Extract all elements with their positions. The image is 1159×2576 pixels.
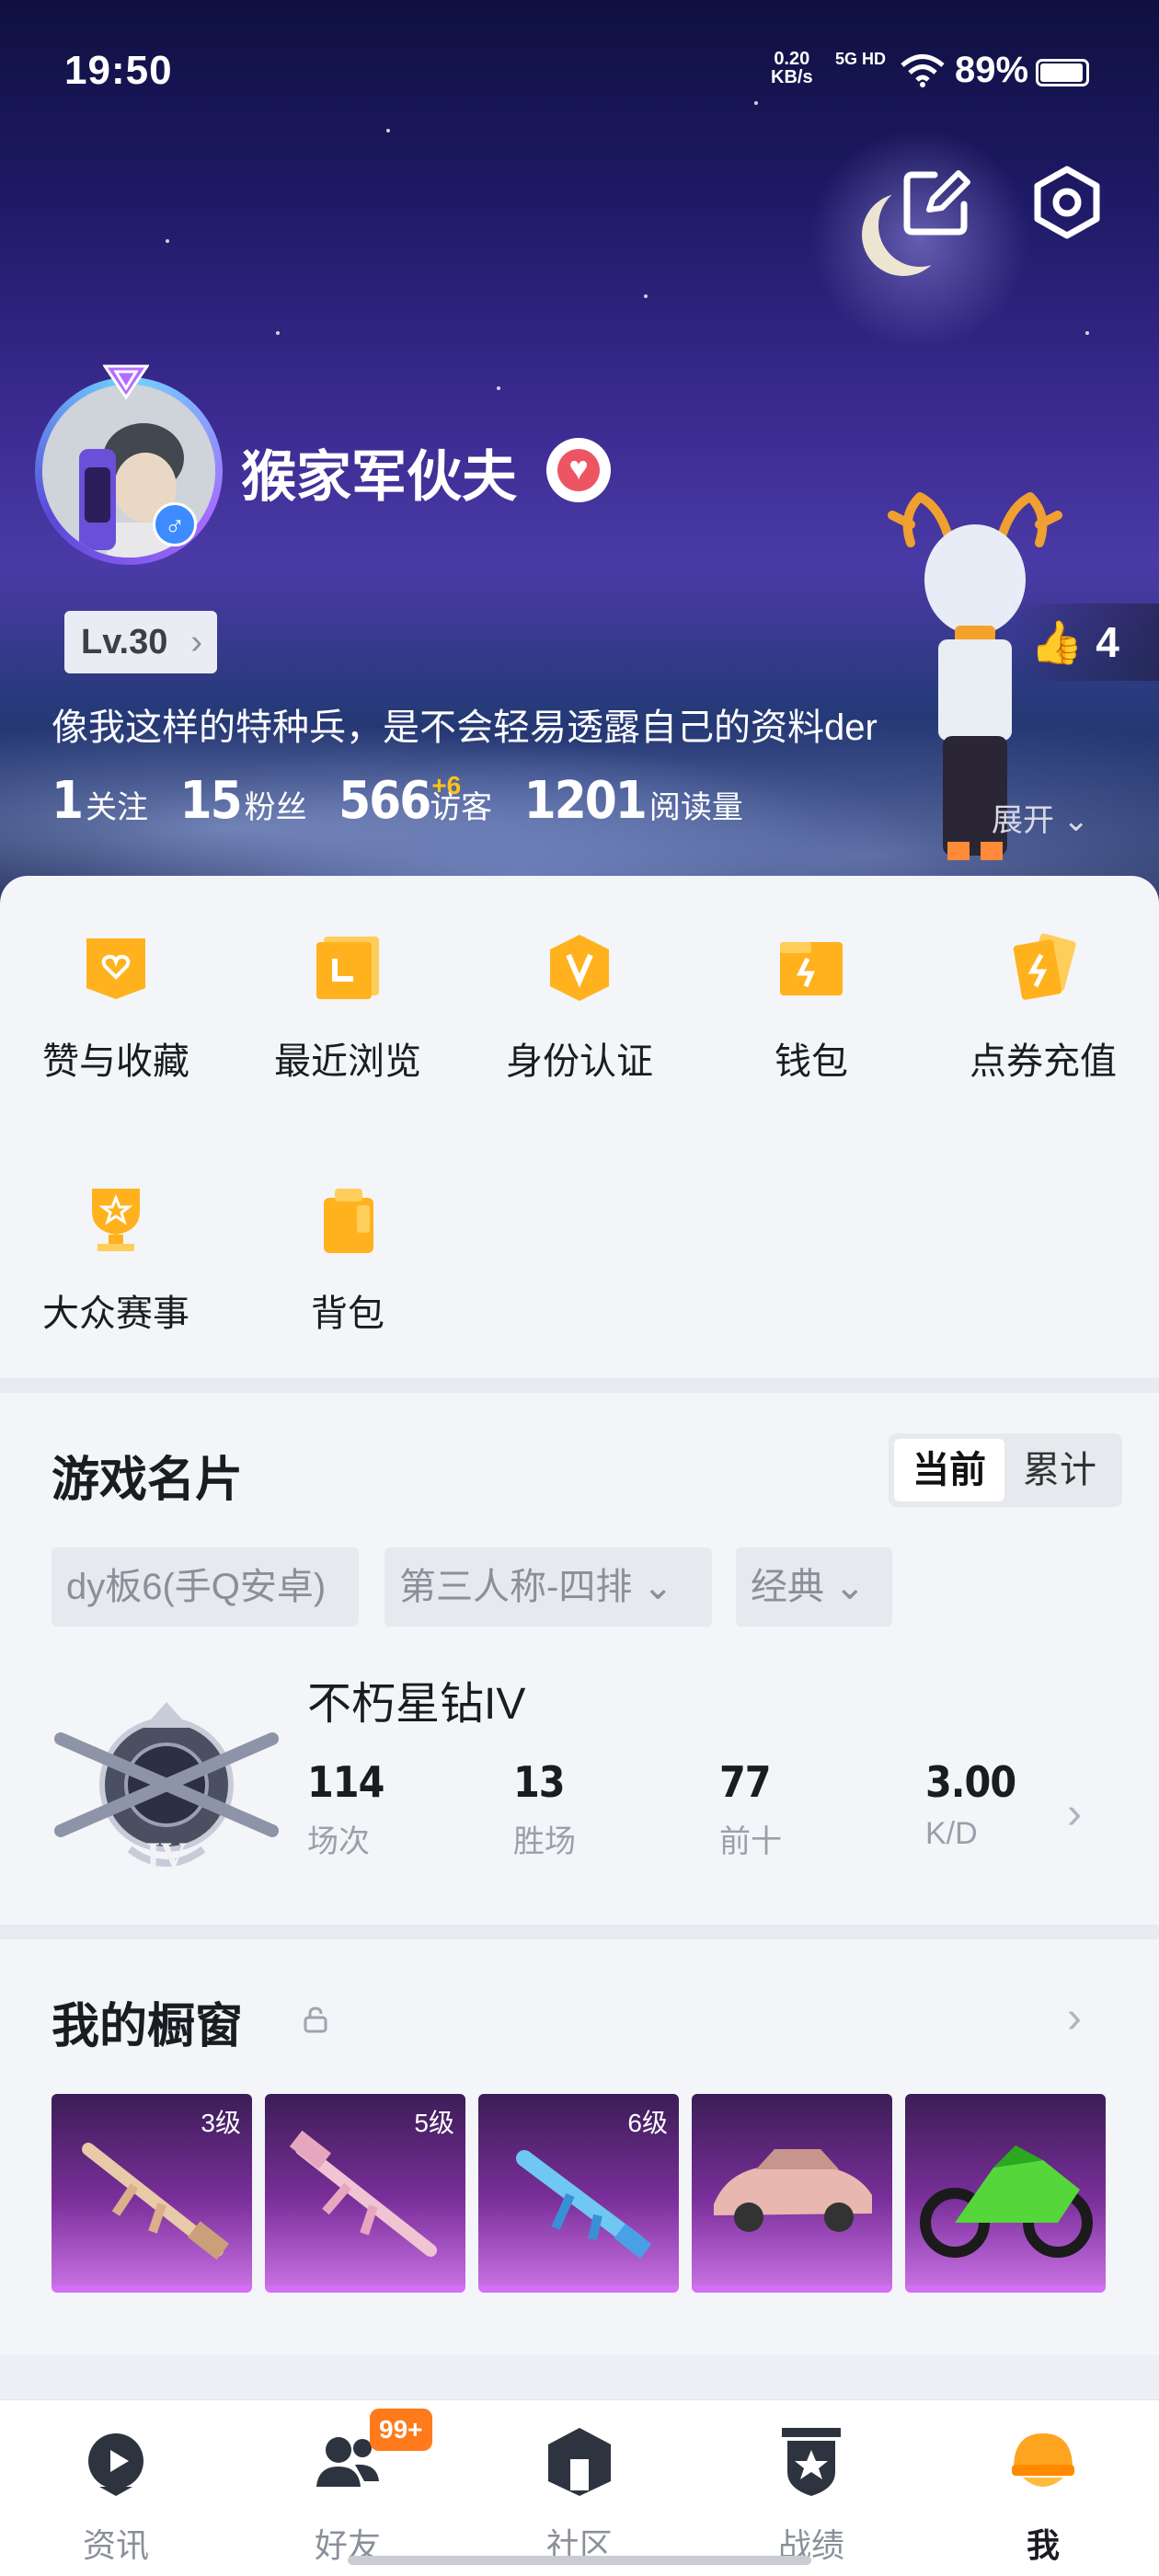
motorbike-skin-icon	[920, 2145, 1093, 2258]
lock-icon	[304, 2007, 327, 2033]
menu-public-events[interactable]: 大众赛事	[0, 1183, 232, 1337]
wifi-icon	[901, 54, 945, 87]
server-filter[interactable]: dy板6(手Q安卓)	[52, 1547, 359, 1627]
battery-percent: 89%	[955, 50, 1029, 90]
rank-emblem-icon: IV	[54, 1702, 279, 1876]
nav-records[interactable]: 战绩	[695, 2422, 927, 2567]
heart-icon[interactable]: ♥	[546, 438, 611, 502]
showcase-title: 我的橱窗	[52, 2000, 244, 2053]
nickname: 猴家军伙夫	[241, 446, 517, 508]
profile-header-background: 19:50 0.20 KB/s 5G HD 89% ♂ 猴家军伙夫 ♥ Lv.3…	[0, 0, 1159, 911]
showcase-item[interactable]: 5级	[265, 2094, 465, 2293]
stat-visitors[interactable]: 566+6访客	[339, 771, 520, 831]
profile-screen: 19:50 0.20 KB/s 5G HD 89% ♂ 猴家军伙夫 ♥ Lv.3…	[0, 0, 1159, 2576]
network-speed: 0.20 KB/s	[771, 49, 813, 87]
rank-tier: 不朽星钻IV	[307, 1680, 526, 1729]
stat-top-ten: 77 前十	[719, 1757, 782, 1859]
friends-notification-badge: 99+	[370, 2409, 432, 2451]
car-skin-icon	[714, 2149, 872, 2232]
menu-recent-views[interactable]: 最近浏览	[232, 931, 464, 1085]
likes-counter[interactable]: 👍 4	[1012, 604, 1159, 681]
avatar[interactable]	[35, 377, 223, 565]
rank-frame-badge-icon	[103, 364, 149, 400]
stat-reads[interactable]: 1201 阅读量	[524, 771, 771, 831]
settings-icon[interactable]	[1028, 164, 1106, 241]
verify-icon	[550, 935, 609, 1001]
level-badge[interactable]: Lv.30 ›	[64, 611, 217, 673]
chevron-down-icon: ⌄	[642, 1567, 673, 1607]
stat-fans[interactable]: 15 粉丝	[180, 771, 335, 831]
expand-button[interactable]: 展开 ⌄	[992, 795, 1089, 840]
toggle-current[interactable]: 当前	[894, 1439, 1004, 1501]
wallet-icon	[780, 942, 843, 995]
menu-likes-favorites[interactable]: 赞与收藏	[0, 931, 232, 1085]
nav-news[interactable]: 资讯	[0, 2422, 232, 2567]
records-shield-icon	[782, 2428, 841, 2496]
home-indicator[interactable]	[348, 2556, 811, 2565]
battery-icon	[1036, 59, 1089, 86]
nav-me[interactable]: 我	[927, 2422, 1159, 2567]
menu-coupon-recharge[interactable]: 点券充值	[927, 931, 1159, 1085]
clock: 19:50	[64, 48, 173, 93]
heart-box-icon	[86, 938, 145, 999]
news-play-icon	[88, 2433, 143, 2496]
map-filter[interactable]: 经典 ⌄	[736, 1547, 892, 1627]
profile-stats: 1 关注 15 粉丝 566+6访客 1201 阅读量	[52, 771, 771, 835]
bio-text: 像我这样的特种兵，是不会轻易透露自己的资料der	[52, 707, 878, 748]
thumbs-up-icon: 👍	[1030, 618, 1084, 666]
backpack-icon	[324, 1189, 373, 1253]
svg-text:IV: IV	[146, 1834, 188, 1876]
coupon-icon	[1013, 933, 1076, 1000]
network-type: 5G HD	[835, 50, 887, 68]
showcase-item[interactable]	[905, 2094, 1106, 2293]
stats-period-toggle: 当前 累计	[889, 1433, 1122, 1507]
chevron-right-icon[interactable]: ›	[1067, 1788, 1082, 1839]
history-icon	[316, 937, 379, 999]
game-card-title: 游戏名片	[52, 1454, 244, 1507]
edit-profile-icon[interactable]	[898, 164, 975, 241]
mode-filter[interactable]: 第三人称-四排 ⌄	[384, 1547, 712, 1627]
toggle-total[interactable]: 累计	[1004, 1439, 1115, 1501]
male-gender-icon: ♂	[153, 502, 197, 546]
community-icon	[548, 2428, 611, 2496]
helmet-icon	[1012, 2433, 1074, 2487]
showcase-item[interactable]: 6级	[478, 2094, 679, 2293]
showcase-item[interactable]: 3级	[52, 2094, 252, 2293]
chevron-down-icon: ⌄	[1062, 803, 1089, 838]
quick-menu-panel: 赞与收藏 最近浏览 身份认证 钱包 点券充值 大众赛事 背包	[0, 876, 1159, 1378]
trophy-icon	[92, 1189, 140, 1251]
stat-following[interactable]: 1 关注	[52, 771, 176, 831]
stat-kd: 3.00 K/D	[925, 1757, 1016, 1851]
showcase-item[interactable]	[692, 2094, 892, 2293]
bottom-navigation: 资讯 好友 社区 战绩 我	[0, 2399, 1159, 2576]
status-bar: 19:50 0.20 KB/s 5G HD 89%	[0, 0, 1159, 138]
stat-wins: 13 胜场	[513, 1757, 576, 1859]
chevron-right-icon[interactable]: ›	[1067, 1993, 1082, 2043]
chevron-down-icon: ⌄	[834, 1567, 866, 1607]
menu-backpack[interactable]: 背包	[232, 1183, 464, 1337]
menu-identity-verification[interactable]: 身份认证	[464, 931, 695, 1085]
stat-matches: 114 场次	[307, 1757, 384, 1859]
nav-community[interactable]: 社区	[464, 2422, 695, 2567]
menu-wallet[interactable]: 钱包	[695, 931, 927, 1085]
